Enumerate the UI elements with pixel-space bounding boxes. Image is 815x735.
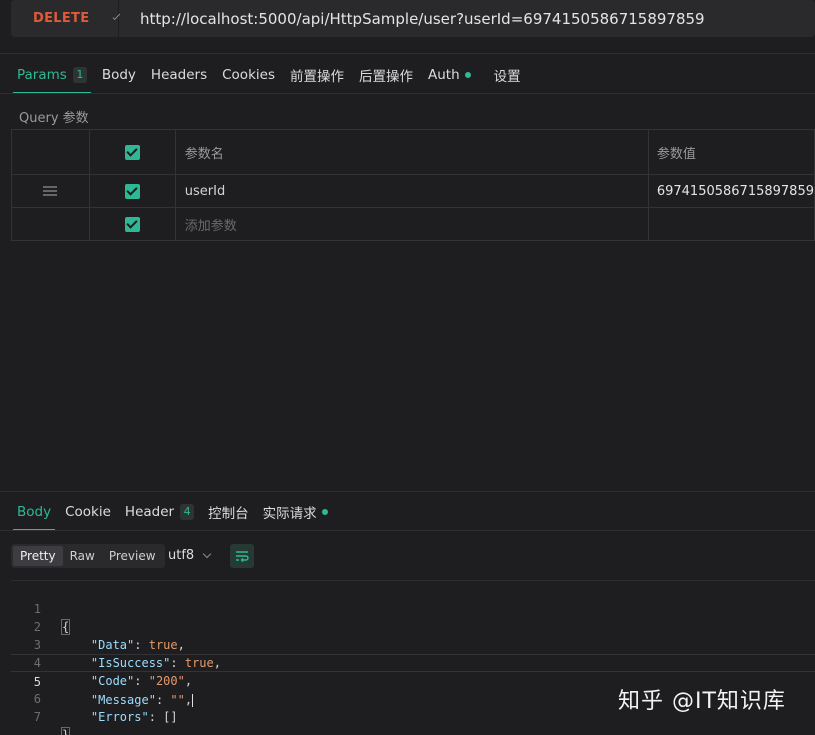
tab-cookies[interactable]: Cookies — [222, 56, 275, 94]
code-line: 2 "Data": true, — [11, 600, 815, 652]
header-cell — [88, 129, 176, 175]
url-bar: DELETE http://localhost:5000/api/HttpSam… — [11, 0, 815, 37]
tab-label: Header — [124, 504, 175, 520]
tab-body[interactable]: Body — [102, 56, 136, 94]
tab-label: Params — [17, 67, 67, 83]
wrap-icon — [236, 551, 249, 562]
view-mode-group: Pretty Raw Preview — [11, 544, 165, 568]
tab-response-body[interactable]: Body — [12, 493, 56, 531]
word-wrap-button[interactable] — [230, 544, 254, 568]
code-line: 4 "Code": "200", — [11, 636, 815, 688]
header-value: 参数值 — [647, 129, 815, 175]
param-enabled-checkbox[interactable] — [124, 183, 140, 199]
response-tabs: Body Cookie Header 4 控制台 实际请求 — [11, 493, 342, 531]
tab-label: Auth — [427, 67, 460, 83]
add-param-field[interactable]: 添加参数 — [174, 207, 649, 241]
select-all-checkbox[interactable] — [124, 144, 140, 160]
tab-post-operations[interactable]: 后置操作 — [359, 56, 413, 94]
status-dot-icon — [464, 72, 471, 78]
divider — [0, 93, 815, 94]
drag-handle-icon — [43, 184, 58, 198]
drag-handle[interactable] — [11, 174, 90, 208]
table-header-row: 参数名 参数值 — [11, 129, 815, 175]
header-name: 参数名 — [174, 129, 649, 175]
tab-actual-request[interactable]: 实际请求 — [263, 493, 328, 531]
method-label: DELETE — [33, 11, 90, 26]
code-line: 1 { — [11, 582, 815, 635]
param-name-field[interactable]: userId — [174, 174, 649, 208]
encoding-select[interactable]: utf8 — [168, 548, 212, 563]
divider — [0, 491, 815, 492]
code-line: 3 "IsSuccess": true, — [11, 618, 815, 670]
tab-label: 后置操作 — [358, 69, 413, 85]
header-cell — [11, 129, 90, 175]
tab-settings[interactable]: 设置 — [494, 56, 521, 94]
tab-label: Cookies — [222, 67, 275, 83]
tab-pre-operations[interactable]: 前置操作 — [290, 56, 344, 94]
tab-label: Cookie — [65, 504, 111, 520]
header-count-badge: 4 — [180, 504, 195, 520]
checkbox-cell — [88, 207, 176, 241]
tab-console[interactable]: 控制台 — [208, 493, 249, 531]
encoding-value: utf8 — [168, 548, 195, 563]
query-section-label: Query 参数 — [19, 111, 89, 126]
tab-params[interactable]: Params 1 — [13, 56, 91, 94]
checkbox-cell — [88, 174, 176, 208]
tab-label: 设置 — [493, 69, 521, 85]
new-param-checkbox[interactable] — [124, 216, 140, 232]
watermark: 知乎 @IT知识库 — [618, 689, 786, 714]
code-text: } — [60, 726, 71, 735]
tab-label: Headers — [150, 67, 208, 83]
empty-cell — [11, 207, 90, 241]
tab-label: 前置操作 — [289, 69, 344, 85]
code-text: "Errors": [] — [90, 710, 178, 724]
divider — [0, 530, 815, 531]
param-value-field[interactable]: 6974150586715897859 — [647, 174, 815, 208]
table-row: userId 6974150586715897859 — [11, 174, 815, 208]
params-count-badge: 1 — [72, 67, 87, 83]
table-row: 添加参数 — [11, 207, 815, 241]
add-param-value-field[interactable] — [647, 207, 815, 241]
view-raw-button[interactable]: Raw — [63, 546, 102, 566]
url-input[interactable]: http://localhost:5000/api/HttpSample/use… — [119, 10, 705, 28]
tab-headers[interactable]: Headers — [151, 56, 207, 94]
view-preview-button[interactable]: Preview — [102, 546, 163, 566]
chevron-down-icon — [202, 549, 212, 559]
line-number: 7 — [33, 710, 41, 724]
method-selector[interactable]: DELETE — [11, 0, 121, 37]
tab-auth[interactable]: Auth — [428, 56, 471, 94]
tab-label: Body — [17, 504, 52, 520]
tab-label: 控制台 — [208, 506, 249, 522]
status-dot-icon — [321, 509, 328, 515]
view-pretty-button[interactable]: Pretty — [13, 546, 63, 566]
query-params-table: 参数名 参数值 userId 6974150586715897859 添加参数 — [11, 129, 815, 241]
tab-response-cookie[interactable]: Cookie — [65, 493, 111, 531]
divider — [0, 53, 815, 54]
tab-response-header[interactable]: Header 4 — [124, 493, 195, 531]
request-tabs: Params 1 Body Headers Cookies 前置操作 后置操作 … — [11, 56, 536, 94]
code-line-current: 5 "Message": "", — [11, 654, 815, 707]
tab-label: 实际请求 — [262, 506, 317, 522]
tab-label: Body — [101, 67, 136, 83]
